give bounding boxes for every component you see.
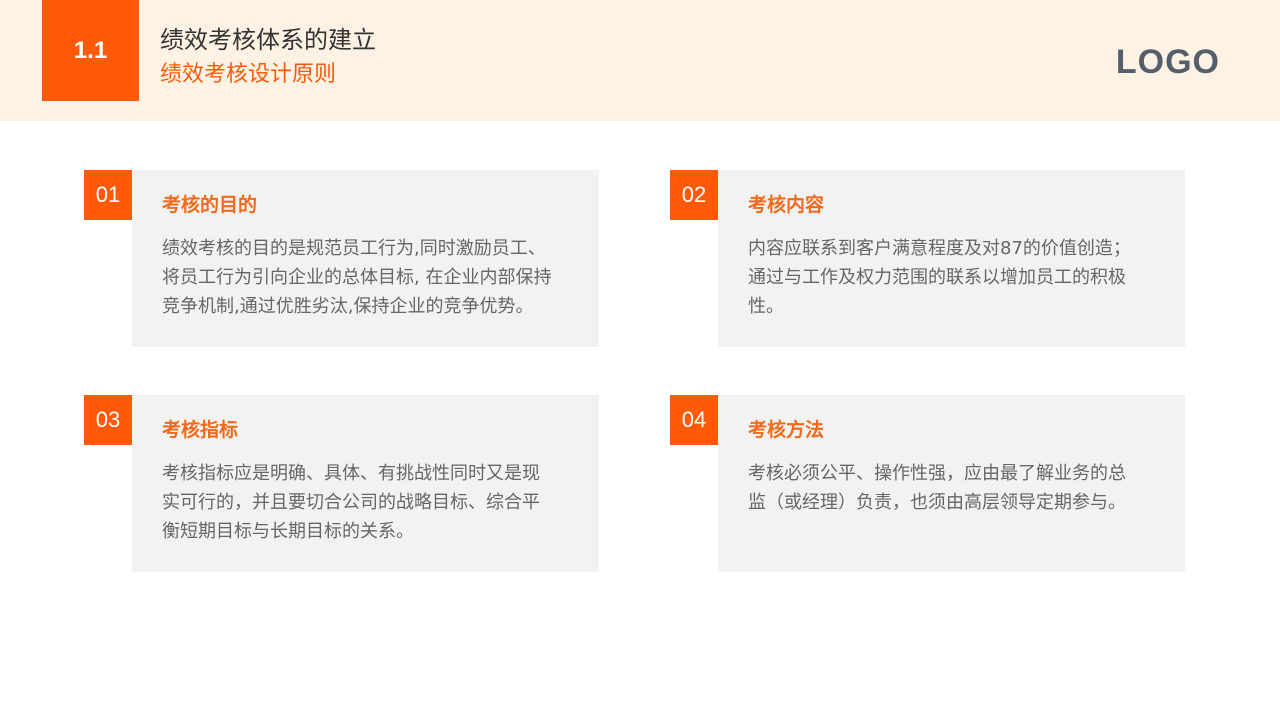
card-number: 02 [681, 182, 707, 207]
card-description-line: 性。 [748, 296, 784, 317]
card-title: 考核指标 [162, 419, 239, 441]
card-title: 考核内容 [748, 194, 825, 216]
card-description: 考核指标应是明确、具体、有挑战性同时又是现 实可行的，并且要切合公司的战略目标、… [162, 459, 582, 546]
card-number-badge-01: 01 [84, 170, 132, 220]
card-number-badge-03: 03 [84, 395, 132, 445]
principle-card-01: 考核的目的 绩效考核的目的是规范员工行为,同时激励员工、 将员工行为引向企业的总… [132, 170, 599, 347]
card-description: 内容应联系到客户满意程度及对87的价值创造； 通过与工作及权力范围的联系以增加员… [748, 234, 1168, 321]
card-title: 考核的目的 [162, 194, 258, 216]
card-description-line: 竞争机制,通过优胜劣汰,保持企业的竞争优势。 [162, 296, 534, 317]
card-description: 绩效考核的目的是规范员工行为,同时激励员工、 将员工行为引向企业的总体目标, 在… [162, 234, 582, 321]
header-bar: 1.1 绩效考核体系的建立 绩效考核设计原则 LOGO [0, 0, 1280, 121]
card-description-line: 内容应联系到客户满意程度及对87的价值创造； [748, 238, 1131, 259]
section-number-badge: 1.1 [42, 0, 139, 101]
page-subtitle: 绩效考核设计原则 [160, 62, 337, 87]
card-description-line: 考核必须公平、操作性强，应由最了解业务的总 [748, 463, 1126, 484]
card-description-line: 衡短期目标与长期目标的关系。 [162, 521, 414, 542]
page-title: 绩效考核体系的建立 [160, 26, 376, 54]
card-number-badge-04: 04 [670, 395, 718, 445]
card-description-line: 监（或经理）负责，也须由高层领导定期参与。 [748, 492, 1126, 513]
card-description: 考核必须公平、操作性强，应由最了解业务的总 监（或经理）负责，也须由高层领导定期… [748, 459, 1168, 517]
card-description-line: 绩效考核的目的是规范员工行为,同时激励员工、 [162, 238, 546, 259]
card-description-line: 将员工行为引向企业的总体目标, 在企业内部保持 [162, 267, 552, 288]
card-number: 04 [681, 407, 707, 432]
card-title: 考核方法 [748, 419, 825, 441]
card-description-line: 实可行的，并且要切合公司的战略目标、综合平 [162, 492, 540, 513]
logo: LOGO [1115, 43, 1220, 81]
card-description-line: 考核指标应是明确、具体、有挑战性同时又是现 [162, 463, 540, 484]
card-number-badge-02: 02 [670, 170, 718, 220]
principle-card-04: 考核方法 考核必须公平、操作性强，应由最了解业务的总 监（或经理）负责，也须由高… [718, 395, 1185, 572]
section-number: 1.1 [73, 36, 108, 64]
card-number: 03 [95, 407, 121, 432]
principle-card-03: 考核指标 考核指标应是明确、具体、有挑战性同时又是现 实可行的，并且要切合公司的… [132, 395, 599, 572]
principle-card-02: 考核内容 内容应联系到客户满意程度及对87的价值创造； 通过与工作及权力范围的联… [718, 170, 1185, 347]
card-number: 01 [95, 182, 121, 207]
card-description-line: 通过与工作及权力范围的联系以增加员工的积极 [748, 267, 1126, 288]
